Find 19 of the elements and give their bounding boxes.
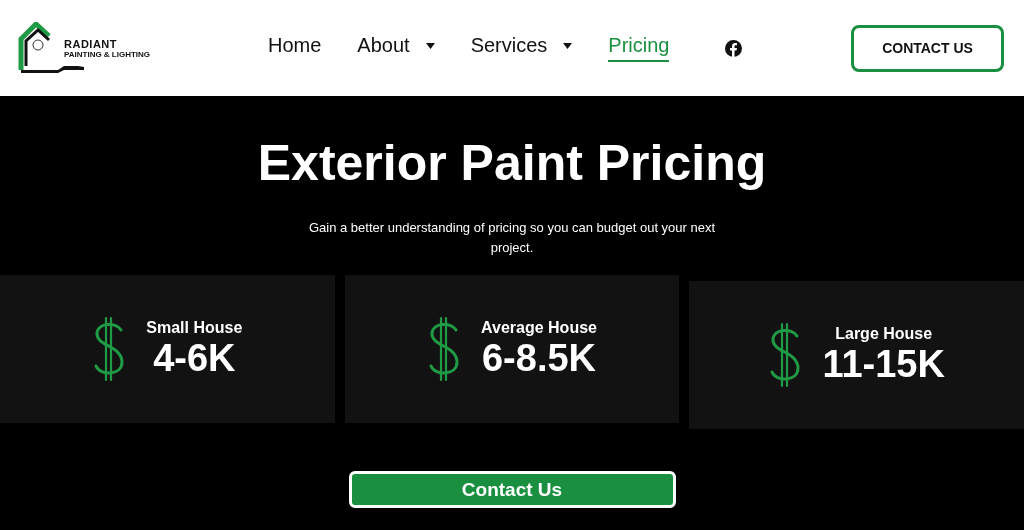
logo-name: RADIANT — [64, 38, 118, 50]
card-label: Small House — [146, 319, 243, 337]
card-price: 4-6K — [153, 337, 236, 379]
contact-button[interactable]: CONTACT US — [851, 24, 1004, 72]
card-price: 6-8.5K — [481, 337, 597, 379]
page-subtitle: Gain a better understanding of pricing so you can budget out your next project. — [307, 219, 717, 257]
nav-link[interactable]: Services — [470, 34, 573, 62]
caret-icon — [425, 42, 435, 49]
facebook-icon[interactable] — [725, 39, 743, 57]
card-label: Large House — [835, 325, 933, 343]
nav-link[interactable]: About — [357, 34, 435, 62]
caret-icon — [563, 42, 573, 49]
contact-button[interactable]: Contact Us — [348, 471, 676, 508]
logo-tagline: PAINTING & LIGHTING — [64, 50, 151, 60]
card-price: 11-15K — [822, 343, 945, 385]
card-label: Average House — [481, 319, 597, 337]
page-title: Exterior Paint Pricing — [257, 134, 767, 192]
nav-link[interactable]: Pricing — [608, 34, 670, 62]
nav-link[interactable]: Home — [268, 34, 322, 62]
